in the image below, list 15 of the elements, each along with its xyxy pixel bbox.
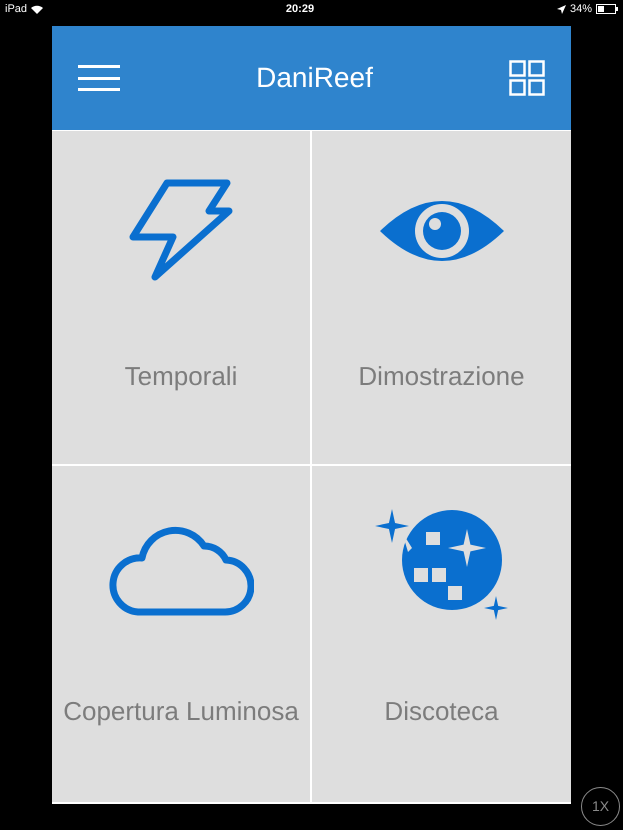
menu-icon[interactable]: [78, 64, 120, 92]
menu-tile[interactable]: Temporali: [52, 131, 310, 464]
wifi-icon: [31, 4, 44, 14]
battery-icon: [596, 4, 618, 14]
menu-tile[interactable]: Discoteca: [312, 466, 571, 802]
lightning-icon: [129, 179, 233, 283]
menu-tile[interactable]: Dimostrazione: [312, 131, 571, 464]
location-arrow-icon: [556, 4, 566, 14]
clock-time: 20:29: [286, 2, 314, 17]
device-name: iPad: [5, 2, 28, 17]
app-title: DaniReef: [256, 61, 373, 95]
grid-view-icon[interactable]: [508, 60, 545, 96]
battery-percent: 34%: [570, 2, 592, 17]
menu-tile[interactable]: Copertura Luminosa: [52, 466, 310, 802]
zoom-badge[interactable]: 1X: [581, 787, 620, 826]
